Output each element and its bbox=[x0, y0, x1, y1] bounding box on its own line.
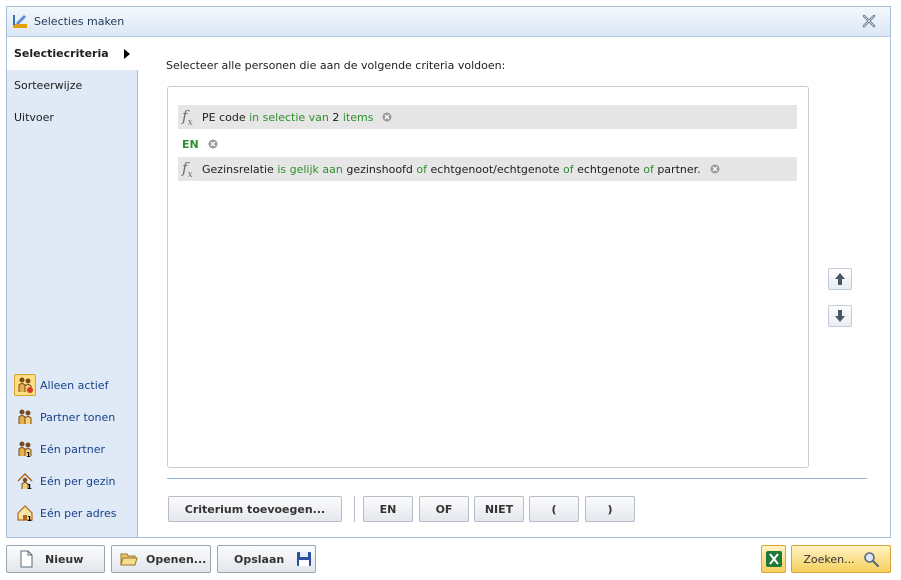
close-paren-button[interactable]: ) bbox=[585, 496, 635, 522]
filter-options: Alleen actief Partner tonen 1 Eén partne… bbox=[7, 369, 137, 529]
sidebar-item-selectiecriteria[interactable]: Selectiecriteria bbox=[7, 38, 138, 70]
section-divider bbox=[167, 478, 867, 479]
sidebar-item-label: Selectiecriteria bbox=[14, 47, 109, 60]
filter-label: Eén per adres bbox=[40, 506, 117, 520]
svg-text:1: 1 bbox=[27, 515, 32, 522]
criterion-row[interactable]: fx Gezinsrelatie is gelijk aan gezinshoo… bbox=[178, 157, 797, 181]
add-criterion-button[interactable]: Criterium toevoegen... bbox=[168, 496, 342, 522]
svg-text:1: 1 bbox=[26, 451, 31, 458]
selection-dialog: Selecties maken Selectiecriteria Sorteer… bbox=[6, 6, 891, 538]
filter-alleen-actief[interactable]: Alleen actief bbox=[7, 369, 137, 401]
criterion-operator: is gelijk aan bbox=[277, 162, 343, 176]
arrow-up-icon bbox=[835, 273, 845, 285]
filter-label: Partner tonen bbox=[40, 410, 116, 424]
function-icon: fx bbox=[182, 106, 193, 128]
main-content: Selecteer alle personen die aan de volge… bbox=[139, 38, 890, 537]
filter-label: Eén partner bbox=[40, 442, 106, 456]
close-icon[interactable] bbox=[860, 12, 878, 30]
save-disk-icon bbox=[297, 552, 312, 566]
new-button-label: Nieuw bbox=[45, 552, 84, 566]
en-button[interactable]: EN bbox=[363, 496, 413, 522]
new-document-icon bbox=[20, 550, 33, 568]
remove-icon[interactable] bbox=[382, 112, 392, 122]
sidebar-item-label: Uitvoer bbox=[14, 111, 54, 124]
filter-partner-tonen[interactable]: Partner tonen bbox=[7, 401, 137, 433]
search-button-label: Zoeken... bbox=[803, 552, 855, 566]
open-button[interactable]: Openen... bbox=[111, 545, 211, 573]
filter-een-partner[interactable]: 1 Eén partner bbox=[7, 433, 137, 465]
criterion-value: gezinshoofd bbox=[346, 162, 413, 176]
one-per-address-icon: 1 bbox=[14, 502, 36, 524]
move-up-button[interactable] bbox=[828, 268, 852, 290]
arrow-right-icon bbox=[124, 49, 130, 59]
export-excel-button[interactable] bbox=[761, 545, 786, 573]
criterion-value: 2 bbox=[332, 110, 340, 124]
one-partner-icon: 1 bbox=[14, 438, 36, 460]
criterion-field: PE code bbox=[202, 110, 246, 124]
arrow-down-icon bbox=[835, 310, 845, 322]
niet-button[interactable]: NIET bbox=[474, 496, 524, 522]
filter-een-per-adres[interactable]: 1 Eén per adres bbox=[7, 497, 137, 529]
excel-icon bbox=[765, 551, 782, 567]
magnifier-icon bbox=[863, 552, 879, 567]
filter-een-per-gezin[interactable]: 1 Eén per gezin bbox=[7, 465, 137, 497]
criterion-row[interactable]: fx PE code in selectie van 2 items bbox=[178, 105, 797, 129]
criteria-heading: Selecteer alle personen die aan de volge… bbox=[166, 59, 506, 72]
one-per-family-icon: 1 bbox=[14, 470, 36, 492]
open-button-label: Openen... bbox=[146, 552, 207, 566]
search-button[interactable]: Zoeken... bbox=[791, 545, 891, 573]
filter-label: Eén per gezin bbox=[40, 474, 116, 488]
criterion-connector: of bbox=[643, 162, 654, 176]
new-button[interactable]: Nieuw bbox=[6, 545, 105, 573]
criterion-connector: of bbox=[562, 162, 574, 176]
selection-app-icon bbox=[13, 15, 27, 28]
title-bar: Selecties maken bbox=[7, 7, 890, 37]
function-icon: fx bbox=[182, 158, 193, 180]
save-button-label: Opslaan bbox=[234, 552, 285, 566]
people-active-icon bbox=[14, 374, 36, 396]
window-title: Selecties maken bbox=[34, 15, 125, 28]
folder-open-icon bbox=[120, 553, 138, 566]
remove-icon[interactable] bbox=[710, 164, 720, 174]
operator-label: EN bbox=[182, 137, 199, 151]
operator-row[interactable]: EN bbox=[178, 132, 797, 156]
open-paren-button[interactable]: ( bbox=[529, 496, 579, 522]
sidebar-item-sorteerwijze[interactable]: Sorteerwijze bbox=[7, 70, 137, 102]
svg-text:1: 1 bbox=[27, 483, 32, 490]
save-button[interactable]: Opslaan bbox=[217, 545, 316, 573]
criterion-value: partner. bbox=[657, 162, 701, 176]
sidebar-item-uitvoer[interactable]: Uitvoer bbox=[7, 102, 137, 134]
criterion-connector: of bbox=[416, 162, 428, 176]
criteria-list[interactable]: fx PE code in selectie van 2 items EN fx… bbox=[167, 86, 809, 468]
criterion-value: echtgenoot/echtgenote bbox=[430, 162, 560, 176]
filter-label: Alleen actief bbox=[40, 378, 109, 392]
sidebar-nav: Selectiecriteria Sorteerwijze Uitvoer Al… bbox=[7, 38, 138, 537]
criterion-operator: in selectie van bbox=[249, 110, 329, 124]
remove-icon[interactable] bbox=[208, 139, 218, 149]
criterion-value: echtgenote bbox=[577, 162, 640, 176]
of-button[interactable]: OF bbox=[419, 496, 469, 522]
move-down-button[interactable] bbox=[828, 305, 852, 327]
partner-icon bbox=[14, 406, 36, 428]
button-separator bbox=[354, 496, 355, 522]
criterion-unit: items bbox=[342, 110, 374, 124]
criterion-field: Gezinsrelatie bbox=[202, 162, 274, 176]
sidebar-item-label: Sorteerwijze bbox=[14, 79, 83, 92]
